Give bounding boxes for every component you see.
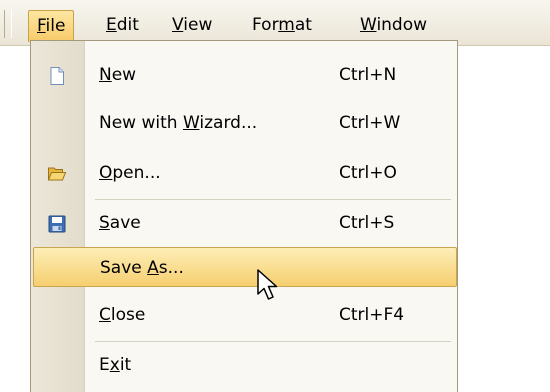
menu-edit[interactable]: Edit <box>98 10 147 40</box>
save-as-label-rest: s... <box>158 258 184 278</box>
menu-item-new-label: New <box>99 55 136 95</box>
menu-item-save-label: Save <box>99 203 141 243</box>
open-folder-icon <box>47 164 67 184</box>
menu-separator <box>95 341 451 342</box>
menu-item-new-with-wizard[interactable]: New with Wizard... Ctrl+W <box>31 103 457 143</box>
new-document-icon <box>47 66 67 86</box>
menu-item-new-with-wizard-label: New with Wizard... <box>99 103 257 143</box>
menu-item-exit[interactable]: Exit <box>31 345 457 385</box>
new-label-rest: ew <box>111 65 137 85</box>
menu-format-label-start: For <box>252 15 279 35</box>
menu-view[interactable]: View <box>164 10 220 40</box>
menu-edit-label-rest: dit <box>116 15 139 35</box>
menu-item-save-as[interactable]: Save As... <box>33 247 457 287</box>
menu-item-save-shortcut: Ctrl+S <box>339 213 395 233</box>
menu-item-new-with-wizard-shortcut: Ctrl+W <box>339 113 401 133</box>
open-mnemonic: O <box>99 163 113 183</box>
menu-window[interactable]: Window <box>352 10 435 40</box>
menu-item-exit-label: Exit <box>99 345 131 385</box>
exit-label-start: E <box>99 355 110 375</box>
menu-file-mnemonic: F <box>37 16 46 36</box>
exit-mnemonic: x <box>109 355 120 375</box>
menu-item-save[interactable]: Save Ctrl+S <box>31 203 457 243</box>
menu-item-close-label: Close <box>99 295 145 335</box>
menu-item-open-label: Open... <box>99 153 161 193</box>
save-label-rest: ave <box>109 213 141 233</box>
save-as-mnemonic: A <box>147 258 159 278</box>
close-label-rest: lose <box>110 305 146 325</box>
menu-window-label-rest: indow <box>376 15 428 35</box>
menu-format-label-rest: at <box>294 15 312 35</box>
menu-item-save-as-label: Save As... <box>100 248 184 288</box>
file-menu-dropdown: New Ctrl+N New with Wizard... Ctrl+W Ope… <box>30 40 458 392</box>
wizard-mnemonic: W <box>182 113 200 133</box>
menu-file[interactable]: File <box>28 10 75 42</box>
wizard-label-rest: izard... <box>199 113 258 133</box>
menubar-grip[interactable] <box>4 10 12 38</box>
menu-edit-mnemonic: E <box>106 15 117 35</box>
menu-item-open-shortcut: Ctrl+O <box>339 163 397 183</box>
menu-window-mnemonic: W <box>360 15 377 35</box>
menu-view-label-rest: iew <box>183 15 213 35</box>
exit-label-rest: it <box>119 355 132 375</box>
wizard-label-start: New with <box>99 113 183 133</box>
menu-item-open[interactable]: Open... Ctrl+O <box>31 153 457 193</box>
menu-file-label-rest: ile <box>45 16 66 36</box>
menu-item-new-shortcut: Ctrl+N <box>339 65 397 85</box>
save-as-label-start: Save <box>100 258 148 278</box>
menu-format-mnemonic: m <box>278 15 295 35</box>
open-label-rest: pen... <box>112 163 161 183</box>
menu-separator <box>95 199 451 200</box>
mouse-pointer-icon <box>257 269 278 300</box>
new-mnemonic: N <box>99 65 112 85</box>
save-mnemonic: S <box>99 213 110 233</box>
menu-item-close-shortcut: Ctrl+F4 <box>339 305 405 325</box>
save-disk-icon <box>47 214 67 234</box>
close-mnemonic: C <box>99 305 111 325</box>
menu-item-close[interactable]: Close Ctrl+F4 <box>31 295 457 335</box>
menu-format[interactable]: Format <box>244 10 320 40</box>
menu-view-mnemonic: V <box>172 15 184 35</box>
menu-item-new[interactable]: New Ctrl+N <box>31 55 457 95</box>
